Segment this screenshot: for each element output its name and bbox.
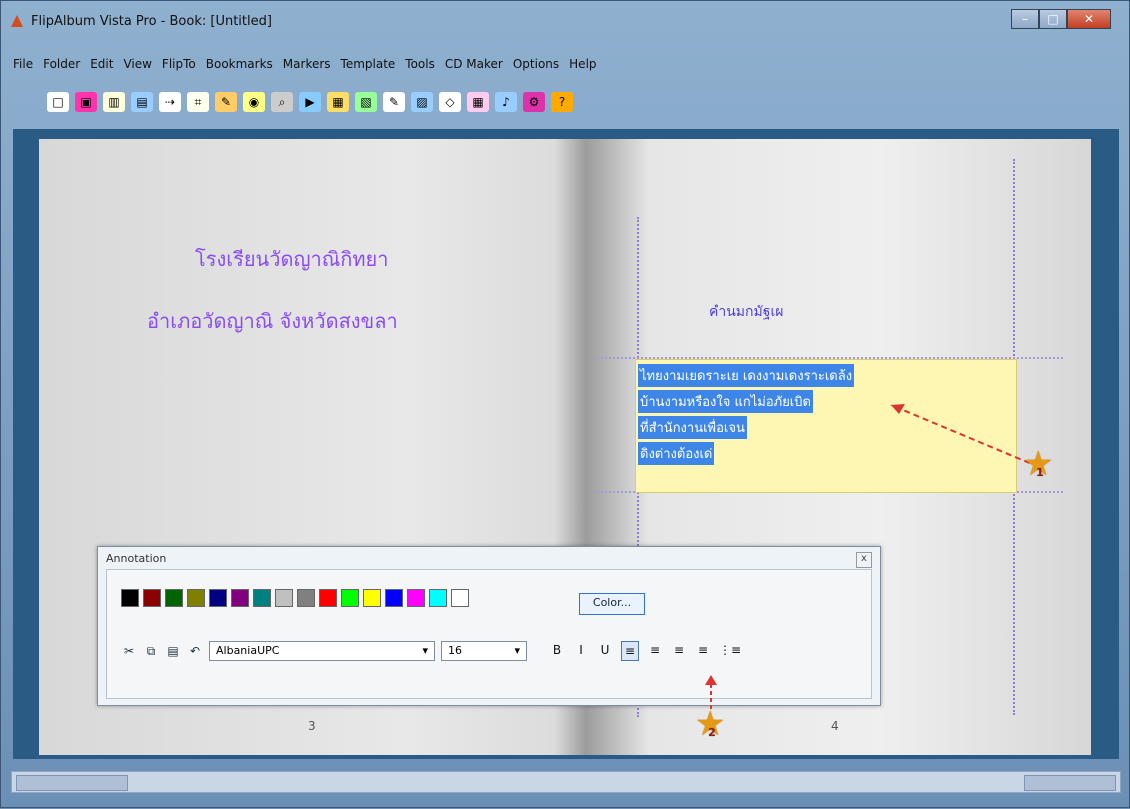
left-page-line-2: อำเภอวัดญาณิ จังหวัดสงขลา — [147, 309, 398, 333]
annotation-dialog: Annotation x — [97, 546, 881, 706]
annotation-toolbar: ✂ ⧉ ▤ ↶ AlbaniaUPC 16 BIU ≡ ≡ ≡ ≡ ⋮≡ — [121, 639, 741, 663]
scroll-thumb[interactable] — [1024, 775, 1116, 791]
open-icon[interactable]: ▣ — [75, 92, 97, 112]
horizontal-scrollbar[interactable] — [11, 771, 1121, 793]
save-icon[interactable]: ▥ — [103, 92, 125, 112]
menu-item-file[interactable]: File — [13, 57, 33, 77]
note-line: ไทยงามเยดราะเย เดงงามเดงราะเดล้ง — [638, 364, 855, 387]
cut-icon[interactable]: ⌗ — [187, 92, 209, 112]
cut-icon[interactable]: ✂ — [121, 644, 137, 658]
menu-item-edit[interactable]: Edit — [90, 57, 113, 77]
color-button[interactable]: Color... — [579, 593, 645, 615]
color-swatch[interactable] — [121, 589, 139, 607]
play-icon[interactable]: ▶ — [299, 92, 321, 112]
text-annotation-box[interactable]: ไทยงามเยดราะเย เดงงามเดงราะเดล้ง บ้านงาม… — [635, 359, 1017, 493]
annotation-title: Annotation — [106, 552, 167, 565]
note-line: บ้านงามหรืองใจ แกไม่อภัยเบิด — [638, 390, 813, 413]
note-line: ดิงต่างต้องเด่ — [638, 442, 715, 465]
format-button[interactable]: ⋮≡ — [719, 641, 741, 659]
color-swatch[interactable] — [143, 589, 161, 607]
marker-star-icon: ★ 2 — [695, 707, 725, 741]
scroll-thumb[interactable] — [16, 775, 128, 791]
color-swatch[interactable] — [429, 589, 447, 607]
note-line: ที่สำนักงานเพื่อเจน — [638, 416, 747, 439]
settings-icon[interactable]: ⚙ — [523, 92, 545, 112]
menu-item-cd-maker[interactable]: CD Maker — [445, 57, 503, 77]
menu-item-bookmarks[interactable]: Bookmarks — [206, 57, 273, 77]
color-swatch[interactable] — [297, 589, 315, 607]
menu-item-tools[interactable]: Tools — [405, 57, 435, 77]
help-icon[interactable]: ? — [551, 92, 573, 112]
copy-icon[interactable]: ✎ — [215, 92, 237, 112]
minimize-button[interactable]: – — [1011, 9, 1039, 29]
print-icon[interactable]: ▤ — [131, 92, 153, 112]
color-swatch[interactable] — [253, 589, 271, 607]
copy-icon[interactable]: ⧉ — [143, 644, 159, 659]
color-swatch[interactable] — [231, 589, 249, 607]
image-icon[interactable]: ▨ — [411, 92, 433, 112]
format-button[interactable]: ≡ — [671, 641, 687, 659]
format-button[interactable]: ≡ — [621, 641, 639, 661]
table-icon[interactable]: ▦ — [467, 92, 489, 112]
new-icon[interactable]: □ — [47, 92, 69, 112]
paste-icon[interactable]: ◉ — [243, 92, 265, 112]
app-icon — [11, 15, 23, 27]
color-swatch[interactable] — [341, 589, 359, 607]
marker-star-icon: ★ 1 — [1023, 447, 1053, 481]
paste-icon[interactable]: ▤ — [165, 644, 181, 658]
close-annotation-button[interactable]: x — [856, 552, 872, 568]
left-page-number: 3 — [308, 719, 316, 733]
left-page-line-1: โรงเรียนวัดญาณิกิทยา — [195, 247, 389, 271]
color-swatch[interactable] — [385, 589, 403, 607]
menu-item-flipto[interactable]: FlipTo — [162, 57, 196, 77]
format-button[interactable]: ≡ — [647, 641, 663, 659]
app-window: FlipAlbum Vista Pro - Book: [Untitled] –… — [0, 0, 1130, 808]
overview-icon[interactable]: ▧ — [355, 92, 377, 112]
menu-item-options[interactable]: Options — [513, 57, 559, 77]
right-page-heading: คำนมกมัฐเผ — [709, 304, 784, 320]
marker-number: 1 — [1036, 466, 1044, 479]
maximize-button[interactable]: □ — [1039, 9, 1067, 29]
window-title: FlipAlbum Vista Pro - Book: [Untitled] — [31, 13, 272, 29]
text-icon[interactable]: ✎ — [383, 92, 405, 112]
sound-icon[interactable]: ♪ — [495, 92, 517, 112]
color-swatch[interactable] — [363, 589, 381, 607]
menu-item-help[interactable]: Help — [569, 57, 596, 77]
format-button[interactable]: I — [573, 641, 589, 659]
undo-icon[interactable]: ↶ — [187, 644, 203, 658]
format-buttons: B I U ≡ ≡ ≡ ≡ ⋮≡ — [549, 641, 741, 661]
font-select[interactable]: AlbaniaUPC — [209, 641, 435, 661]
color-swatch[interactable] — [451, 589, 469, 607]
title-bar: FlipAlbum Vista Pro - Book: [Untitled] –… — [9, 7, 1123, 35]
format-button[interactable]: U — [597, 641, 613, 659]
menu-item-markers[interactable]: Markers — [283, 57, 331, 77]
menu-bar: File Folder Edit View FlipTo Bookmarks Markers… — [13, 57, 1113, 77]
format-button[interactable]: ≡ — [695, 641, 711, 659]
menu-item-template[interactable]: Template — [341, 57, 396, 77]
close-button[interactable]: ✕ — [1067, 9, 1111, 29]
color-swatch[interactable] — [165, 589, 183, 607]
color-swatch[interactable] — [275, 589, 293, 607]
undo-icon[interactable]: ⇢ — [159, 92, 181, 112]
shape-icon[interactable]: ◇ — [439, 92, 461, 112]
format-button[interactable]: B — [549, 641, 565, 659]
marker-number: 2 — [708, 726, 716, 739]
color-swatch[interactable] — [407, 589, 425, 607]
color-palette — [121, 589, 469, 607]
color-swatch[interactable] — [209, 589, 227, 607]
thumbnail-icon[interactable]: ▦ — [327, 92, 349, 112]
right-page-number: 4 — [831, 719, 839, 733]
menu-item-view[interactable]: View — [123, 57, 151, 77]
menu-item-folder[interactable]: Folder — [43, 57, 80, 77]
toolbar: □ ▣ ▥ ▤ ⇢ ⌗ ✎ ◉ ⌕ ▶ ▦ ▧ ✎ ▨ ◇ ▦ ♪ ⚙? — [47, 91, 573, 113]
color-swatch[interactable] — [187, 589, 205, 607]
font-size-select[interactable]: 16 — [441, 641, 527, 661]
zoom-icon[interactable]: ⌕ — [271, 92, 293, 112]
color-swatch[interactable] — [319, 589, 337, 607]
